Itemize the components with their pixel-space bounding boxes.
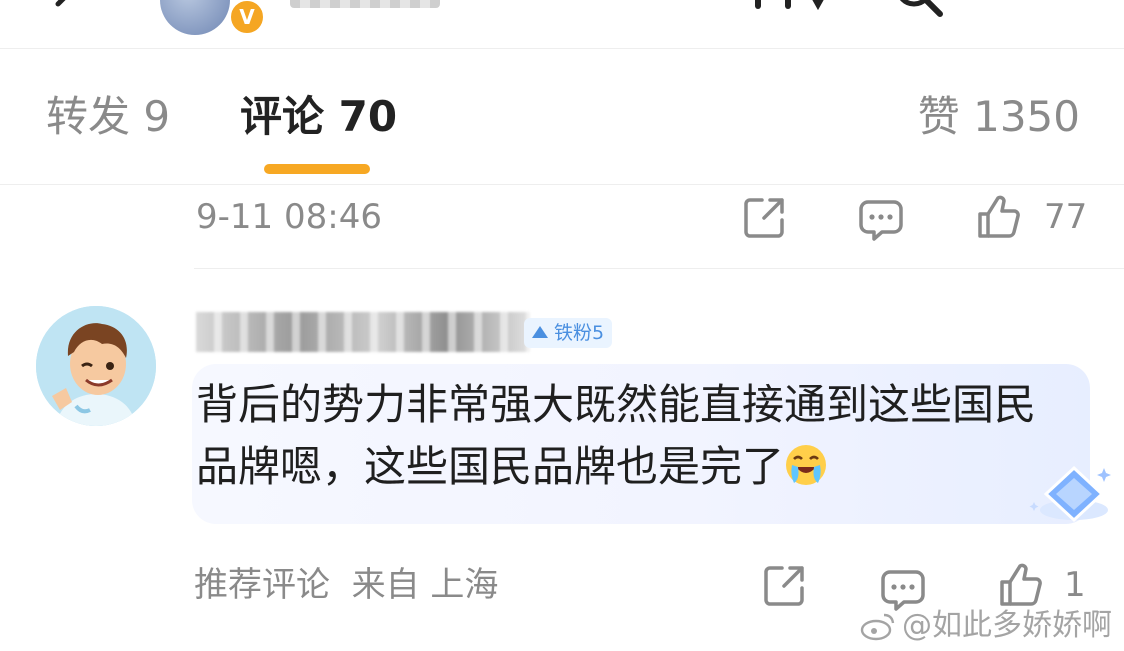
- fan-badge-label: 铁粉5: [554, 322, 605, 344]
- search-icon[interactable]: [888, 0, 948, 18]
- thumbs-up-icon[interactable]: [976, 194, 1022, 240]
- watermark-text: @如此多娇娇啊: [902, 608, 1112, 643]
- comment-icon[interactable]: [880, 566, 926, 612]
- share-icon[interactable]: [762, 562, 808, 608]
- author-name-blurred[interactable]: [290, 0, 440, 8]
- comment-divider: [194, 268, 1124, 269]
- vip-badge: V: [228, 0, 266, 36]
- tab-repost[interactable]: 转发 9: [46, 96, 170, 138]
- commenter-name-blurred[interactable]: [196, 312, 530, 352]
- like-count: 77: [1044, 197, 1088, 237]
- commenter-avatar[interactable]: [36, 306, 156, 426]
- weibo-logo-icon: [860, 613, 895, 641]
- active-tab-indicator: [264, 164, 370, 174]
- tab-comment[interactable]: 评论 70: [240, 96, 397, 138]
- cartoon-boy-avatar-icon: [36, 306, 156, 426]
- tabs-divider: [0, 184, 1124, 185]
- like-count: 1: [1064, 565, 1086, 605]
- fan-badge-icon: [532, 326, 548, 338]
- author-avatar[interactable]: [160, 0, 230, 35]
- share-icon[interactable]: [742, 194, 788, 240]
- recommended-comment-location: 推荐评论 来自 上海: [194, 565, 499, 605]
- tab-like[interactable]: 赞 1350: [918, 96, 1080, 138]
- header-divider: [0, 48, 1124, 49]
- comment-text-block: 背后的势力非常强大既然能直接通到这些国民品牌嗯，这些国民品牌也是完了: [196, 374, 1066, 498]
- comment-text: 背后的势力非常强大既然能直接通到这些国民品牌嗯，这些国民品牌也是完了: [196, 380, 1037, 491]
- watermark: @如此多娇娇啊: [860, 611, 1112, 641]
- comment-timestamp: 9-11 08:46: [196, 197, 382, 237]
- thumbs-up-icon[interactable]: [998, 562, 1044, 608]
- tears-of-joy-emoji-icon: [786, 445, 827, 485]
- diamond-decoration-icon: [1029, 465, 1111, 523]
- fan-level-badge: 铁粉5: [524, 318, 613, 348]
- comment-icon[interactable]: [858, 196, 904, 242]
- more-icon[interactable]: [748, 0, 836, 16]
- back-arrow-icon[interactable]: [48, 0, 84, 22]
